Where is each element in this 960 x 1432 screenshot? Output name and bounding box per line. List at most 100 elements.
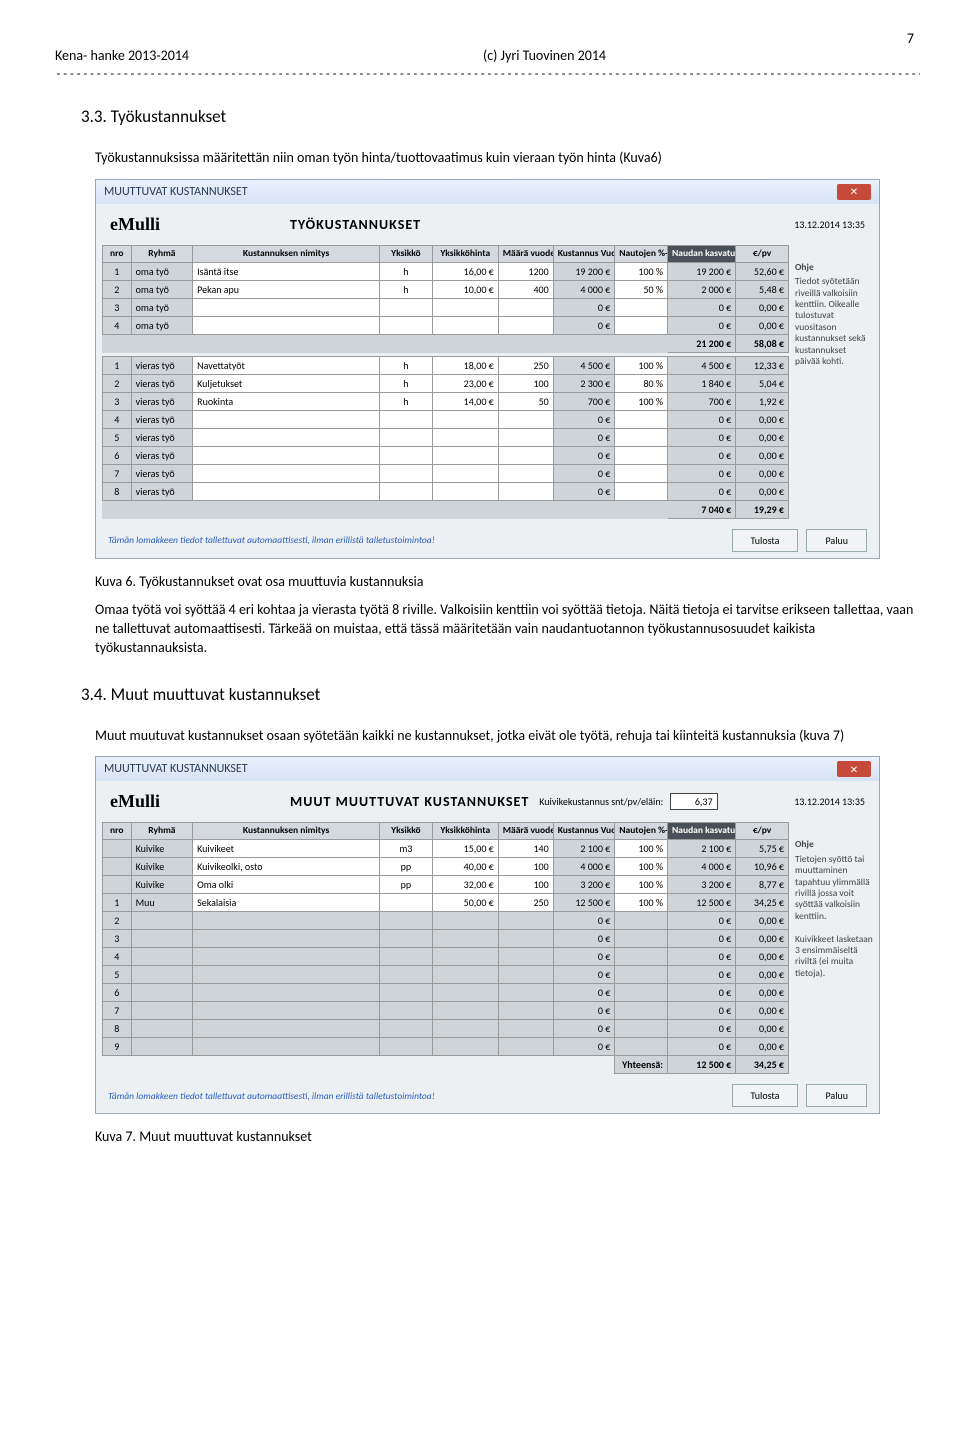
cell[interactable]: 400 [498,280,553,298]
cell[interactable] [615,410,668,428]
cell[interactable] [615,482,668,500]
help-title: Ohje [795,262,873,273]
cell[interactable]: 100 % [615,894,668,912]
cell[interactable] [380,410,433,428]
cell[interactable]: 100 % [615,262,668,280]
col-header: nro [103,245,132,262]
cell[interactable]: h [380,356,433,374]
cell: 0 € [553,410,615,428]
cell: 0 € [668,298,736,316]
cell[interactable]: 100 [498,876,553,894]
cell [615,1020,668,1038]
cell[interactable] [193,316,380,334]
cell[interactable]: 100 % [615,392,668,410]
cell[interactable]: 140 [498,840,553,858]
cell[interactable] [193,482,380,500]
cell[interactable] [193,446,380,464]
cell[interactable]: Pekan apu [193,280,380,298]
cell[interactable]: h [380,392,433,410]
cell[interactable]: Sekalaisia [193,894,380,912]
cell[interactable] [380,894,433,912]
cell[interactable] [498,446,553,464]
cell[interactable]: 50 [498,392,553,410]
cell[interactable]: Navettatyöt [193,356,380,374]
cell[interactable] [432,464,498,482]
cell[interactable] [498,410,553,428]
cell[interactable]: h [380,262,433,280]
cell[interactable] [432,428,498,446]
cell[interactable] [432,410,498,428]
table-row: 4vieras työ0 €0 €0,00 € [103,410,789,428]
cell[interactable]: 23,00 € [432,374,498,392]
cell[interactable] [498,298,553,316]
close-icon[interactable]: ✕ [837,761,871,777]
cell[interactable]: m3 [380,840,433,858]
cell[interactable] [380,428,433,446]
cell[interactable]: Ruokinta [193,392,380,410]
cell[interactable]: pp [380,858,433,876]
cell[interactable] [193,298,380,316]
cell[interactable]: 50,00 € [432,894,498,912]
cell[interactable]: 50 % [615,280,668,298]
cell[interactable]: Kuivikeet [193,840,380,858]
cell[interactable] [615,298,668,316]
cell[interactable]: 15,00 € [432,840,498,858]
cell[interactable] [193,410,380,428]
cell[interactable]: Kuljetukset [193,374,380,392]
total-cell [193,1056,380,1074]
cell[interactable] [432,446,498,464]
cell[interactable] [498,316,553,334]
back-button[interactable]: Paluu [806,1084,867,1107]
cell[interactable]: 32,00 € [432,876,498,894]
table-row: 6vieras työ0 €0 €0,00 € [103,446,789,464]
cell[interactable]: 100 % [615,356,668,374]
cell[interactable] [380,298,433,316]
cell[interactable]: 100 % [615,876,668,894]
cell[interactable] [380,316,433,334]
cell[interactable] [432,316,498,334]
cell: 8 [103,482,132,500]
cell: 0 € [668,966,736,984]
cell[interactable]: 1200 [498,262,553,280]
cell[interactable]: 100 [498,374,553,392]
cell[interactable]: 250 [498,894,553,912]
cell[interactable] [498,482,553,500]
cell[interactable]: Isäntä itse [193,262,380,280]
cell[interactable] [498,464,553,482]
cell[interactable]: Kuivikeolki, osto [193,858,380,876]
cell: 12 500 € [668,894,736,912]
cell[interactable] [615,464,668,482]
print-button[interactable]: Tulosta [732,1084,799,1107]
cell [380,1002,433,1020]
cell[interactable] [380,446,433,464]
cell[interactable] [432,298,498,316]
cell[interactable]: h [380,280,433,298]
cell[interactable] [615,316,668,334]
cell[interactable] [193,428,380,446]
back-button[interactable]: Paluu [806,529,867,552]
cell[interactable]: 16,00 € [432,262,498,280]
cell[interactable]: 250 [498,356,553,374]
print-button[interactable]: Tulosta [732,529,799,552]
cell[interactable]: h [380,374,433,392]
cell[interactable] [380,464,433,482]
cell[interactable]: pp [380,876,433,894]
cell[interactable] [193,464,380,482]
cell[interactable]: 100 % [615,840,668,858]
cell[interactable] [498,428,553,446]
cell[interactable]: Oma olki [193,876,380,894]
cell[interactable]: 18,00 € [432,356,498,374]
figure-7-caption: Kuva 7. Muut muuttuvat kustannukset [95,1128,920,1145]
cell[interactable]: 40,00 € [432,858,498,876]
cell[interactable]: 100 % [615,858,668,876]
cell[interactable] [615,446,668,464]
cell[interactable]: 14,00 € [432,392,498,410]
cell[interactable] [380,482,433,500]
cell[interactable]: 10,00 € [432,280,498,298]
cell[interactable]: 80 % [615,374,668,392]
close-icon[interactable]: ✕ [837,184,871,200]
cell[interactable]: 100 [498,858,553,876]
cell[interactable] [615,428,668,446]
cell[interactable] [432,482,498,500]
cell [380,1038,433,1056]
